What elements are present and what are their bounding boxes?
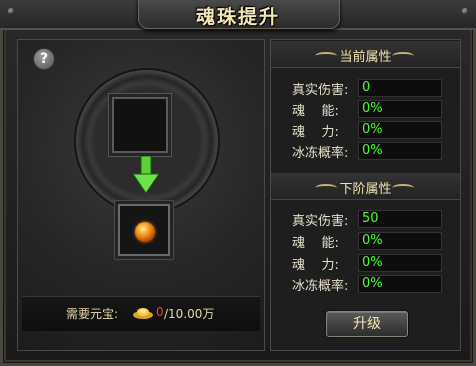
current-true-damage-box (358, 79, 442, 97)
window-title: 魂珠提升 (195, 6, 280, 28)
help-icon[interactable]: ? (33, 48, 55, 70)
corner-bolt-icon (8, 8, 14, 14)
gold-ingot-icon (133, 308, 153, 319)
cost-current-amount: 0 (156, 305, 164, 319)
current-attributes-title: 当前属性 (339, 50, 392, 65)
current-true-damage-label: 真实伤害: (292, 83, 349, 98)
next-freeze-chance-value: 0% (362, 276, 383, 291)
next-soul-power-value: 0% (362, 255, 383, 270)
arrow-down-icon (133, 156, 159, 194)
next-true-damage-label: 真实伤害: (292, 214, 349, 229)
cost-label: 需要元宝: (66, 307, 119, 321)
current-soul-energy-label: 魂 能: (292, 104, 339, 119)
next-soul-energy-value: 0% (362, 233, 383, 248)
next-soul-power-label: 魂 力: (292, 258, 339, 273)
cost-required-amount: /10.00万 (164, 307, 215, 321)
corner-bolt-icon (462, 8, 468, 14)
soul-orb-icon[interactable] (135, 222, 155, 242)
target-orb-slot[interactable] (112, 97, 168, 153)
upgrade-button[interactable]: 升级 (326, 311, 408, 337)
next-soul-energy-label: 魂 能: (292, 236, 339, 251)
current-freeze-chance-label: 冰冻概率: (292, 146, 349, 161)
next-attributes-title: 下阶属性 (339, 182, 392, 197)
next-freeze-chance-label: 冰冻概率: (292, 279, 349, 294)
current-soul-power-value: 0% (362, 122, 383, 137)
current-soul-power-label: 魂 力: (292, 125, 339, 140)
current-soul-energy-value: 0% (362, 101, 383, 116)
next-true-damage-value: 50 (362, 211, 379, 226)
current-true-damage-value: 0 (362, 80, 371, 95)
current-freeze-chance-value: 0% (362, 143, 383, 158)
